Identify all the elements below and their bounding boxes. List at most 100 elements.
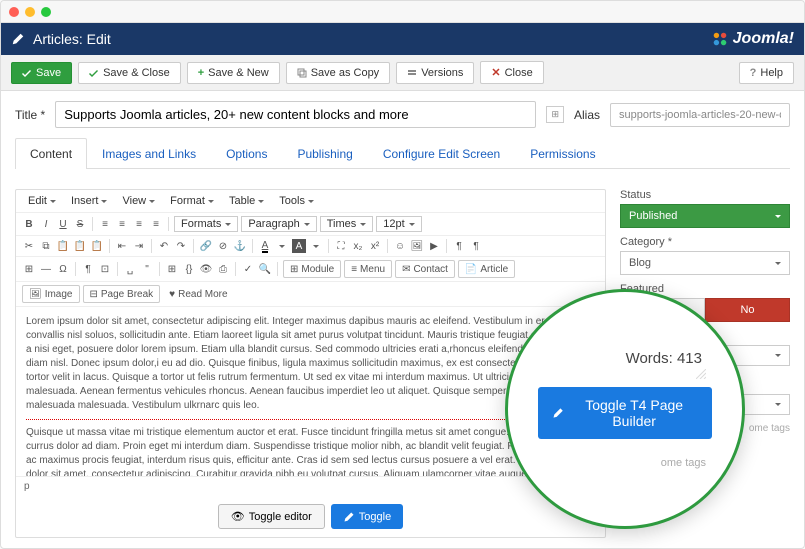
- italic-icon[interactable]: I: [39, 217, 53, 231]
- check-icon: [89, 68, 99, 78]
- joomla-icon: [711, 30, 729, 48]
- showblocks-icon[interactable]: ¶: [81, 262, 95, 276]
- bold-icon[interactable]: B: [22, 217, 36, 231]
- pagebreak-button[interactable]: ⊟ Page Break: [83, 285, 161, 303]
- redo-icon[interactable]: ↷: [174, 239, 188, 253]
- save-copy-button[interactable]: Save as Copy: [286, 62, 390, 84]
- element-path[interactable]: p: [24, 481, 30, 492]
- save-close-button[interactable]: Save & Close: [78, 62, 181, 84]
- code-icon[interactable]: {}: [182, 262, 196, 276]
- formats-select[interactable]: Formats: [174, 216, 238, 232]
- title-input[interactable]: [55, 101, 536, 128]
- menu-tools[interactable]: Tools: [273, 193, 320, 209]
- save-new-button[interactable]: + Save & New: [187, 62, 280, 84]
- align-right-icon[interactable]: ≡: [132, 217, 146, 231]
- tab-configure[interactable]: Configure Edit Screen: [368, 138, 515, 169]
- status-label: Status: [620, 189, 790, 201]
- resize-handle-icon: [696, 369, 706, 379]
- fullscreen-icon[interactable]: ⛶: [334, 239, 348, 253]
- paste-icon[interactable]: 📋: [56, 239, 70, 253]
- underline-icon[interactable]: U: [56, 217, 70, 231]
- anchor-icon[interactable]: ⚓: [233, 239, 247, 253]
- font-select[interactable]: Times: [320, 216, 374, 232]
- tab-images-links[interactable]: Images and Links: [87, 138, 211, 169]
- menu-format[interactable]: Format: [164, 193, 220, 209]
- sup-icon[interactable]: x²: [368, 239, 382, 253]
- menu-insert[interactable]: Insert: [65, 193, 114, 209]
- copy-icon[interactable]: ⧉: [39, 239, 53, 253]
- tab-permissions[interactable]: Permissions: [515, 138, 610, 169]
- sub-icon[interactable]: x₂: [351, 239, 365, 253]
- search-icon[interactable]: 🔍: [258, 262, 272, 276]
- outdent-icon[interactable]: ⇤: [115, 239, 129, 253]
- close-window-icon[interactable]: [9, 7, 19, 17]
- editor-toolbar-2: ✂ ⧉ 📋 📋 📋 ⇤ ⇥ ↶ ↷ 🔗 ⊘ ⚓ A A: [16, 236, 605, 257]
- print-icon[interactable]: ⎙: [216, 262, 230, 276]
- eye-icon: 👁: [231, 510, 245, 523]
- indent-icon[interactable]: ⇥: [132, 239, 146, 253]
- help-icon: ?: [750, 67, 757, 79]
- fontsize-select[interactable]: 12pt: [376, 216, 421, 232]
- preview-icon[interactable]: 👁: [199, 262, 213, 276]
- zoom-tags-hint: ome tags: [661, 457, 706, 469]
- category-select[interactable]: Blog: [620, 251, 790, 275]
- tab-publishing[interactable]: Publishing: [282, 138, 367, 169]
- caret-icon[interactable]: [309, 239, 323, 253]
- align-left-icon[interactable]: ≡: [98, 217, 112, 231]
- blockquote-icon[interactable]: ": [140, 262, 154, 276]
- featured-no[interactable]: No: [705, 298, 790, 322]
- tab-bar: Content Images and Links Options Publish…: [15, 138, 790, 169]
- link-icon[interactable]: 🔗: [199, 239, 213, 253]
- menu-edit[interactable]: Edit: [22, 193, 62, 209]
- pencil-icon: [343, 511, 355, 523]
- spellcheck-icon[interactable]: ✓: [241, 262, 255, 276]
- readmore-button[interactable]: ♥ Read More: [163, 285, 233, 303]
- minimize-window-icon[interactable]: [25, 7, 35, 17]
- toggle-builder-button[interactable]: Toggle: [331, 504, 403, 529]
- zoom-toggle-builder-button[interactable]: Toggle T4 Page Builder: [538, 387, 712, 439]
- paste-word-icon[interactable]: 📋: [90, 239, 104, 253]
- image-icon[interactable]: 🖼: [410, 239, 424, 253]
- align-justify-icon[interactable]: ≡: [149, 217, 163, 231]
- close-button[interactable]: ✕ Close: [480, 61, 543, 84]
- ltr-icon[interactable]: ¶: [452, 239, 466, 253]
- strike-icon[interactable]: S: [73, 217, 87, 231]
- tab-content[interactable]: Content: [15, 138, 87, 169]
- contact-button[interactable]: ✉ Contact: [395, 260, 455, 278]
- alias-input[interactable]: [610, 103, 790, 127]
- video-icon[interactable]: ▶: [427, 239, 441, 253]
- specialchar-icon[interactable]: Ω: [56, 262, 70, 276]
- editor-toolbar-4: 🖼 Image ⊟ Page Break ♥ Read More: [16, 282, 605, 307]
- title-suffix-icon[interactable]: ⊞: [546, 106, 564, 123]
- maximize-window-icon[interactable]: [41, 7, 51, 17]
- article-button[interactable]: 📄 Article: [458, 260, 515, 278]
- caret-icon[interactable]: [275, 239, 289, 253]
- bgcolor-icon[interactable]: A: [292, 239, 306, 253]
- template-icon[interactable]: ⊞: [165, 262, 179, 276]
- rtl-icon[interactable]: ¶: [469, 239, 483, 253]
- module-button[interactable]: ⊞ Module: [283, 260, 341, 278]
- table-icon[interactable]: ⊞: [22, 262, 36, 276]
- tab-options[interactable]: Options: [211, 138, 282, 169]
- image-button[interactable]: 🖼 Image: [22, 285, 80, 303]
- hr-icon[interactable]: —: [39, 262, 53, 276]
- undo-icon[interactable]: ↶: [157, 239, 171, 253]
- versions-button[interactable]: Versions: [396, 62, 474, 84]
- menu-view[interactable]: View: [116, 193, 161, 209]
- toggle-editor-button[interactable]: 👁 Toggle editor: [218, 504, 325, 529]
- unlink-icon[interactable]: ⊘: [216, 239, 230, 253]
- menu-button[interactable]: ≡ Menu: [344, 260, 392, 278]
- menu-table[interactable]: Table: [223, 193, 270, 209]
- cut-icon[interactable]: ✂: [22, 239, 36, 253]
- paragraph-select[interactable]: Paragraph: [241, 216, 316, 232]
- pencil-icon: [11, 32, 25, 46]
- status-select[interactable]: Published: [620, 204, 790, 228]
- save-button[interactable]: Save: [11, 62, 72, 84]
- emoji-icon[interactable]: ☺: [393, 239, 407, 253]
- nonbreaking-icon[interactable]: ␣: [123, 262, 137, 276]
- align-center-icon[interactable]: ≡: [115, 217, 129, 231]
- paste-text-icon[interactable]: 📋: [73, 239, 87, 253]
- textcolor-icon[interactable]: A: [258, 239, 272, 253]
- visualchars-icon[interactable]: ⊡: [98, 262, 112, 276]
- help-button[interactable]: ? Help: [739, 62, 794, 84]
